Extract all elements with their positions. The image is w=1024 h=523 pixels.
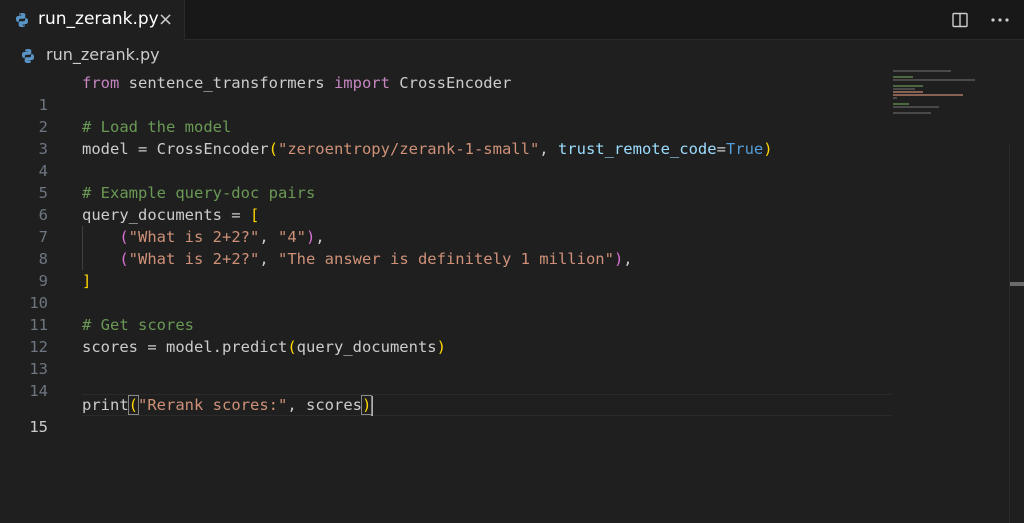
code-text: =	[716, 140, 726, 158]
minimap-line	[893, 70, 951, 72]
editor-actions	[948, 8, 1012, 32]
string-literal: "The answer is definitely 1 million"	[278, 250, 614, 268]
keyword: from	[82, 74, 120, 92]
text-cursor	[371, 395, 374, 416]
bracket: (	[119, 228, 129, 246]
code-text: ,	[259, 228, 278, 246]
minimap-line	[893, 94, 963, 96]
minimap-line	[893, 88, 915, 90]
module-name: sentence_transformers	[119, 74, 334, 92]
python-file-icon	[22, 49, 34, 63]
scrollbar-marker	[1010, 282, 1024, 286]
comment: # Load the model	[82, 118, 232, 136]
code-line-active: 15 print("Rerank scores:", scores)	[0, 394, 900, 436]
code-line: 10 ]	[0, 270, 900, 312]
function-name: print	[82, 396, 129, 414]
code-text: ,	[623, 250, 633, 268]
code-text: ,	[539, 140, 558, 158]
bracket: (	[127, 395, 140, 415]
code-line: 1 from sentence_transformers import Cros…	[0, 72, 900, 114]
vertical-scrollbar[interactable]	[1009, 144, 1024, 523]
code-text: scores = model.predict	[82, 338, 288, 356]
code-editor[interactable]: 1 from sentence_transformers import Cros…	[0, 70, 1024, 523]
bracket: )	[360, 395, 373, 415]
code-line: 13 scores = model.predict(query_document…	[0, 336, 900, 378]
code-text: model = CrossEncoder	[82, 140, 269, 158]
class-name: CrossEncoder	[389, 74, 512, 92]
more-actions-icon[interactable]	[988, 8, 1012, 32]
tab-run-zerank[interactable]: run_zerank.py ×	[0, 0, 185, 40]
bracket: [	[249, 206, 260, 224]
code-line: 7 query_documents = [	[0, 204, 900, 246]
comment: # Get scores	[82, 316, 194, 334]
python-file-icon	[16, 13, 28, 27]
minimap[interactable]	[893, 70, 993, 130]
code-line: 12 # Get scores	[0, 314, 900, 356]
string-literal: "4"	[278, 228, 306, 246]
minimap-line	[893, 97, 897, 99]
code-line: 9 ("What is 2+2?", "The answer is defini…	[0, 248, 900, 290]
keyword: import	[333, 74, 390, 92]
bracket: ]	[82, 272, 92, 290]
breadcrumb-file[interactable]: run_zerank.py	[46, 45, 160, 64]
bracket: )	[763, 140, 773, 158]
code-line: 2	[0, 94, 900, 136]
code-line: 5	[0, 160, 900, 202]
code-line: 11	[0, 292, 900, 334]
minimap-line	[893, 112, 931, 114]
minimap-line	[893, 91, 923, 93]
bracket: )	[436, 338, 446, 356]
breadcrumb: run_zerank.py	[0, 42, 1024, 72]
minimap-line	[893, 106, 939, 108]
split-editor-icon[interactable]	[948, 8, 972, 32]
line-number: 15	[29, 418, 48, 436]
bracket: )	[613, 250, 624, 268]
code-text: , scores	[287, 396, 362, 414]
code-line: 3 # Load the model	[0, 116, 900, 158]
minimap-line	[893, 76, 913, 78]
string-literal: "What is 2+2?"	[128, 250, 260, 268]
string-literal: "Rerank scores:"	[138, 396, 288, 414]
bracket: )	[306, 228, 316, 246]
minimap-line	[893, 103, 909, 105]
tab-label: run_zerank.py	[38, 9, 159, 29]
code-text: ,	[259, 250, 278, 268]
code-line: 8 ("What is 2+2?", "4"),	[0, 226, 900, 268]
tab-bar: run_zerank.py ×	[0, 0, 1024, 40]
comment: # Example query-doc pairs	[82, 184, 316, 202]
code-line: 4 model = CrossEncoder("zeroentropy/zera…	[0, 138, 900, 180]
string-literal: "zeroentropy/zerank-1-small"	[277, 140, 540, 158]
minimap-line	[893, 85, 923, 87]
bracket: (	[268, 140, 278, 158]
minimap-line	[893, 79, 975, 81]
boolean-literal: True	[725, 140, 764, 158]
string-literal: "What is 2+2?"	[128, 228, 260, 246]
code-text: query_documents =	[82, 206, 250, 224]
close-icon[interactable]: ×	[158, 9, 173, 30]
parameter: trust_remote_code	[557, 140, 717, 158]
code-text: ,	[315, 228, 325, 246]
code-line: 14	[0, 358, 900, 400]
code-line: 6 # Example query-doc pairs	[0, 182, 900, 224]
bracket: (	[119, 250, 129, 268]
bracket: (	[287, 338, 297, 356]
code-text: query_documents	[296, 338, 437, 356]
